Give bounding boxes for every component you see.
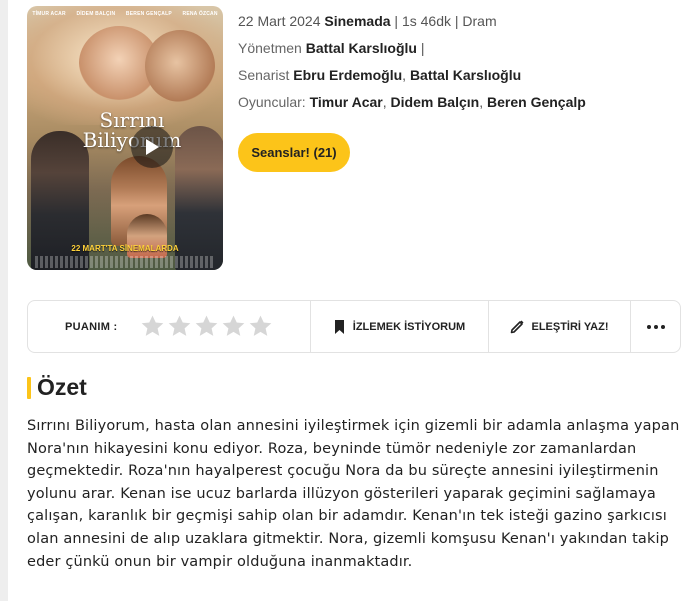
list-separator: ,	[479, 94, 484, 110]
poster-cast-names: TİMUR ACAR DİDEM BALÇIN BEREN GENÇALP RE…	[27, 11, 223, 17]
movie-info: 22 Mart 2024 Sinemada | 1s 46dk | Dram Y…	[238, 12, 586, 120]
play-trailer-button[interactable]	[131, 126, 173, 168]
poster-cast-name: BEREN GENÇALP	[125, 11, 172, 17]
pencil-icon	[511, 320, 524, 334]
cast-link[interactable]: Timur Acar	[310, 94, 383, 110]
summary-accent-bar	[27, 376, 31, 399]
play-icon	[146, 139, 159, 155]
cast-link[interactable]: Didem Balçın	[391, 94, 480, 110]
star-icon[interactable]	[167, 314, 192, 339]
genre: Dram	[462, 13, 497, 29]
poster-credits	[35, 256, 215, 268]
bookmark-icon	[334, 319, 344, 334]
release-line: 22 Mart 2024 Sinemada | 1s 46dk | Dram	[238, 12, 586, 39]
star-icon[interactable]	[221, 314, 246, 339]
watchlist-button[interactable]: İZLEMEK İSTİYORUM	[311, 301, 489, 352]
writer-label: Senarist	[238, 67, 290, 83]
sessions-button[interactable]: Seanslar! (21)	[238, 133, 350, 172]
poster-release-line: 22 MART'TA SİNEMALARDA	[71, 244, 179, 253]
review-label: ELEŞTİRİ YAZ!	[531, 320, 609, 333]
poster-figure	[145, 30, 215, 102]
rating-label: PUANIM :	[65, 320, 118, 333]
poster-cast-name: DİDEM BALÇIN	[76, 11, 116, 17]
left-edge-strip	[0, 0, 8, 601]
duration: | 1s 46dk |	[394, 13, 459, 29]
star-icon[interactable]	[194, 314, 219, 339]
release-date: 22 Mart 2024	[238, 13, 321, 29]
watchlist-label: İZLEMEK İSTİYORUM	[352, 320, 466, 333]
director-label: Yönetmen	[238, 40, 302, 56]
summary-header: Özet	[27, 374, 87, 401]
director-line: Yönetmen Battal Karslıoğlu |	[238, 39, 586, 66]
summary-text: Sırrını Biliyorum, hasta olan annesini i…	[27, 418, 680, 570]
list-separator: ,	[382, 94, 387, 110]
cast-link[interactable]: Beren Gençalp	[487, 94, 586, 110]
movie-poster[interactable]: TİMUR ACAR DİDEM BALÇIN BEREN GENÇALP RE…	[27, 6, 223, 270]
cast-label: Oyuncular:	[238, 94, 306, 110]
release-status: Sinemada	[324, 13, 391, 29]
list-separator: ,	[402, 67, 407, 83]
director-link[interactable]: Battal Karslıoğlu	[306, 40, 417, 56]
more-dots-icon	[646, 324, 665, 329]
poster-cast-name: TİMUR ACAR	[32, 11, 66, 17]
star-icon[interactable]	[140, 314, 165, 339]
rating-section: PUANIM :	[28, 301, 311, 352]
star-icon[interactable]	[248, 314, 273, 339]
writer-link[interactable]: Ebru Erdemoğlu	[293, 67, 402, 83]
write-review-button[interactable]: ELEŞTİRİ YAZ!	[489, 301, 631, 352]
writer-link[interactable]: Battal Karslıoğlu	[410, 67, 521, 83]
poster-cast-name: RENA ÖZCAN	[182, 11, 218, 17]
action-bar: PUANIM : İZLEMEK İSTİYORUM ELEŞTİRİ YAZ!	[27, 300, 681, 353]
summary-title: Özet	[37, 374, 87, 400]
cast-line: Oyuncular: Timur Acar, Didem Balçın, Ber…	[238, 93, 586, 120]
director-separator: |	[420, 40, 425, 56]
writer-line: Senarist Ebru Erdemoğlu, Battal Karslıoğ…	[238, 66, 586, 93]
more-options-button[interactable]	[631, 301, 680, 352]
star-rating[interactable]	[140, 314, 273, 339]
